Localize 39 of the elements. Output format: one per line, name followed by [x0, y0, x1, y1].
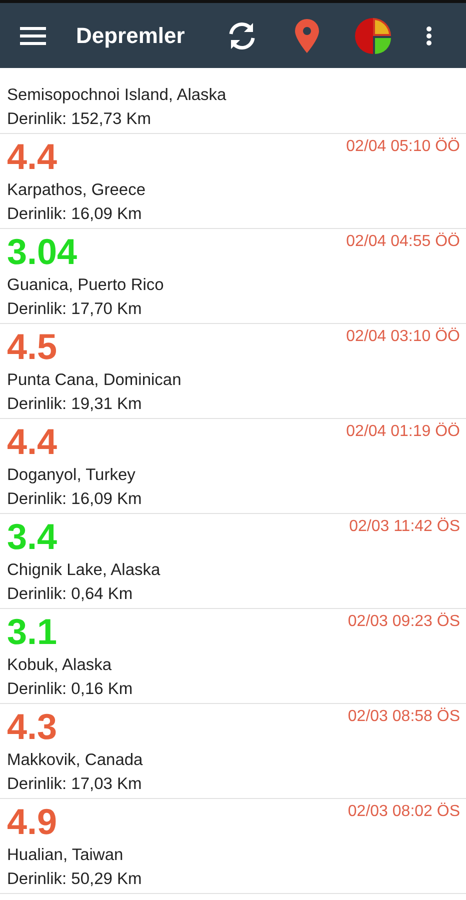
depth-text: Derinlik: 0,16 Km [7, 679, 134, 700]
app-title: Depremler [76, 22, 186, 48]
place-name: Hualian, Taiwan [7, 845, 124, 866]
magnitude-value: 3.04 [7, 231, 78, 273]
date-time: 02/03 09:23 ÖS [348, 613, 460, 631]
date-time: 02/04 03:10 ÖÖ [346, 328, 460, 346]
depth-text: Derinlik: 0,64 Km [7, 584, 134, 605]
place-name: Kobuk, Alaska [7, 655, 113, 676]
more-icon[interactable] [426, 26, 432, 46]
menu-icon[interactable] [20, 26, 46, 46]
date-time: 02/03 08:02 ÖS [348, 803, 460, 821]
pie-chart-icon[interactable] [354, 16, 392, 54]
magnitude-value: 4.4 [7, 421, 58, 463]
place-name: Semisopochnoi Island, Alaska [7, 85, 228, 106]
magnitude-value: 4.9 [7, 801, 58, 843]
depth-text: Derinlik: 17,03 Km [7, 774, 143, 795]
magnitude-value: 3.1 [7, 611, 58, 653]
map-pin-icon[interactable] [294, 18, 320, 54]
depth-text: Derinlik: 152,73 Km [7, 109, 152, 130]
magnitude-value: 4.4 [7, 136, 58, 178]
place-name: Karpathos, Greece [7, 180, 146, 201]
depth-text: Derinlik: 16,09 Km [7, 204, 143, 225]
date-time: 02/04 01:19 ÖÖ [346, 423, 460, 441]
magnitude-value: 4.5 [7, 326, 58, 368]
place-name: Guanica, Puerto Rico [7, 275, 165, 296]
depth-text: Derinlik: 19,31 Km [7, 394, 143, 415]
depth-text: Derinlik: 50,29 Km [7, 869, 143, 890]
date-time: 02/03 08:58 ÖS [348, 708, 460, 726]
magnitude-value: 4.3 [7, 706, 58, 748]
date-time: 02/03 11:42 ÖS [349, 518, 460, 536]
date-time: 02/04 04:55 ÖÖ [346, 233, 460, 251]
depth-text: Derinlik: 16,09 Km [7, 489, 143, 510]
magnitude-value: 3.4 [7, 516, 58, 558]
place-name: Punta Cana, Dominican [7, 370, 182, 391]
depth-text: Derinlik: 17,70 Km [7, 299, 143, 320]
date-time: 02/04 05:10 ÖÖ [346, 138, 460, 156]
place-name: Doganyol, Turkey [7, 465, 136, 486]
place-name: Makkovik, Canada [7, 750, 144, 771]
place-name: Chignik Lake, Alaska [7, 560, 162, 581]
